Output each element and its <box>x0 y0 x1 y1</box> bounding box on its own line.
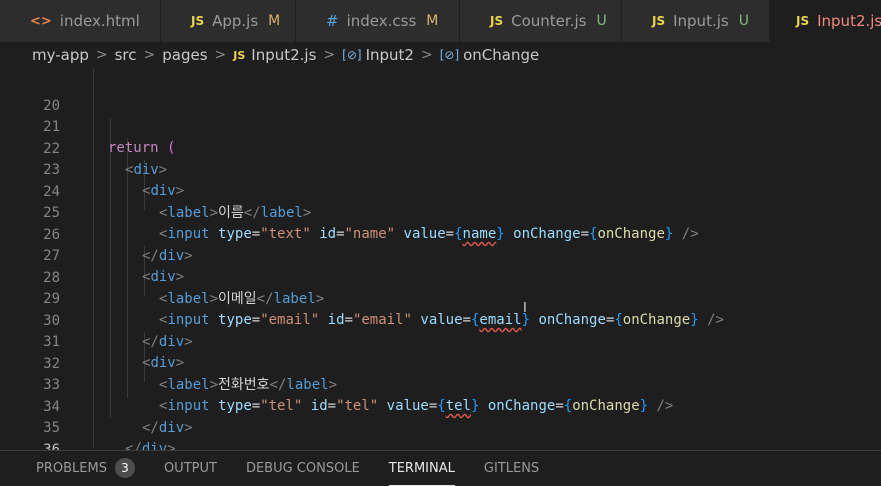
chevron-right-icon: > <box>95 47 108 63</box>
code-line: 31 <div> <box>0 311 881 371</box>
breadcrumb: my-app > src > pages > JS Input2.js > [⊘… <box>0 42 881 68</box>
code-line: 22 <div> <box>0 118 881 178</box>
code-line: 25 <input type="text" id="name" value={n… <box>0 182 881 242</box>
tab-terminal[interactable]: TERMINAL <box>388 451 456 486</box>
code-line: 24 <label>이름</label> <box>0 161 881 221</box>
chevron-right-icon: > <box>420 47 433 63</box>
modified-badge: M <box>268 13 281 29</box>
tab-label: Input.js <box>673 12 729 30</box>
code-line: 30 </div> <box>0 290 881 350</box>
tab-problems[interactable]: PROBLEMS 3 <box>36 451 135 486</box>
tab-input-js[interactable]: JS Input.js U <box>622 0 770 42</box>
tab-index-html[interactable]: <> index.html <box>0 0 161 42</box>
chevron-right-icon: > <box>323 47 336 63</box>
js-file-icon: JS <box>191 14 205 28</box>
chevron-right-icon: > <box>214 47 227 63</box>
tab-label: OUTPUT <box>163 460 217 476</box>
js-file-icon: JS <box>490 14 504 28</box>
breadcrumb-symbol-onchange[interactable]: onChange <box>463 46 539 64</box>
tab-counter-js[interactable]: JS Counter.js U <box>460 0 622 42</box>
code-line: 37 }; <box>0 440 881 450</box>
code-line: 27 <div> <box>0 225 881 285</box>
breadcrumb-symbol-input2[interactable]: Input2 <box>366 46 414 64</box>
tab-label: PROBLEMS <box>36 460 107 476</box>
untracked-badge: U <box>738 13 749 29</box>
panel-tab-bar: PROBLEMS 3 OUTPUT DEBUG CONSOLE TERMINAL… <box>0 450 881 486</box>
breadcrumb-folder-my-app[interactable]: my-app <box>32 46 89 64</box>
tab-input2-js[interactable]: JS Input2.js 3 <box>770 0 881 42</box>
editor-tab-bar: <> index.html JS App.js M # index.css M … <box>0 0 881 42</box>
chevron-right-icon: > <box>143 47 156 63</box>
breadcrumb-folder-src[interactable]: src <box>115 46 137 64</box>
tab-debug-console[interactable]: DEBUG CONSOLE <box>246 451 360 486</box>
code-editor[interactable]: 20 21 return ( 22 <div> 23 <div> 24 <lab… <box>0 68 881 450</box>
tab-index-css[interactable]: # index.css M <box>296 0 460 42</box>
code-line: 26 </div> <box>0 204 881 264</box>
code-line: 23 <div> <box>0 139 881 199</box>
tab-label: index.html <box>59 12 140 30</box>
tab-label: Input2.js <box>817 12 881 30</box>
code-line: 36 ); <box>0 419 881 450</box>
untracked-badge: U <box>596 13 607 29</box>
tab-label: Counter.js <box>511 12 587 30</box>
variable-symbol-icon: [⊘] <box>439 48 460 62</box>
modified-badge: M <box>426 13 439 29</box>
js-file-icon: JS <box>652 14 666 28</box>
breadcrumb-folder-pages[interactable]: pages <box>162 46 207 64</box>
code-line: 20 <box>0 75 881 114</box>
tab-gitlens[interactable]: GITLENS <box>484 451 539 486</box>
text-cursor-icon: I <box>523 301 527 316</box>
tab-label: TERMINAL <box>388 460 455 476</box>
css-file-icon: # <box>326 12 339 30</box>
js-file-icon: JS <box>233 48 246 62</box>
tab-label: App.js <box>212 12 259 30</box>
code-line: 28 <label>이메일</label> <box>0 247 881 307</box>
code-line: 33 <input type="tel" id="tel" value={tel… <box>0 354 881 414</box>
code-line: 29 <input type="email" id="email" value=… <box>0 268 881 328</box>
code-line: 34 </div> <box>0 376 881 436</box>
code-line: 35 </div> <box>0 397 881 450</box>
problems-count-badge: 3 <box>114 458 135 478</box>
html-file-icon: <> <box>30 13 52 29</box>
code-line: 32 <label>전화번호</label> <box>0 333 881 393</box>
breadcrumb-file[interactable]: Input2.js <box>251 46 316 64</box>
js-file-icon: JS <box>796 14 810 28</box>
tab-output[interactable]: OUTPUT <box>164 451 217 486</box>
tab-label: DEBUG CONSOLE <box>245 460 360 476</box>
code-line: 21 return ( <box>0 96 881 156</box>
tab-label: index.css <box>346 12 417 30</box>
tab-label: GITLENS <box>483 460 540 476</box>
variable-symbol-icon: [⊘] <box>342 48 362 62</box>
tab-app-js[interactable]: JS App.js M <box>161 0 296 42</box>
